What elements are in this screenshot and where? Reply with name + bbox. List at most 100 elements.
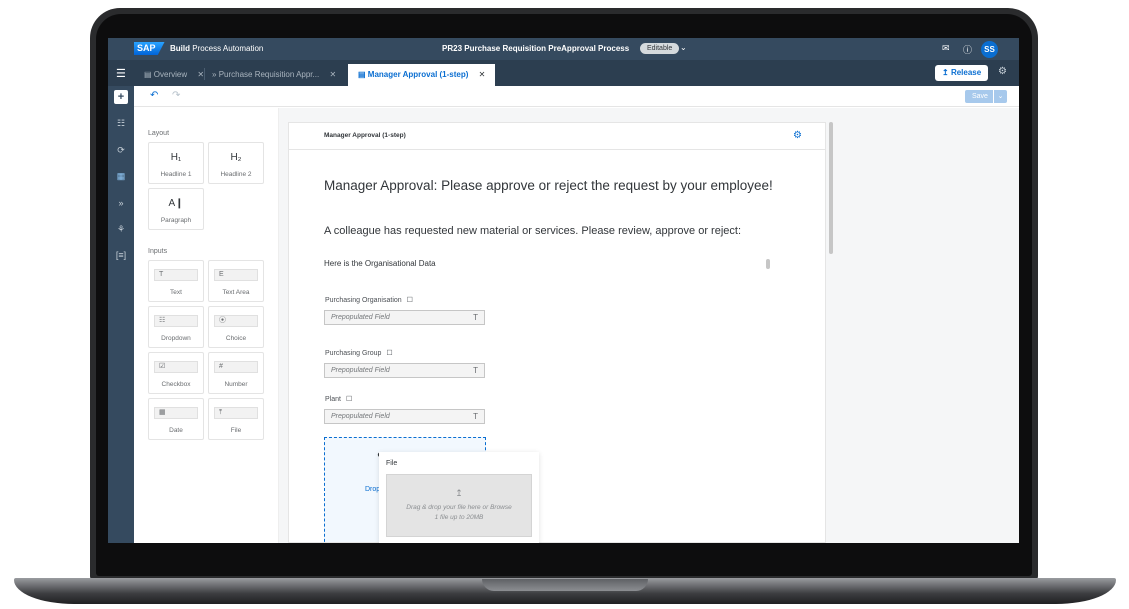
palette-layout-heading: Layout	[148, 130, 170, 137]
hierarchy-icon[interactable]: ☷	[114, 116, 128, 130]
save-button[interactable]: Save	[965, 90, 995, 103]
help-icon[interactable]: ⓘ	[963, 43, 972, 56]
app-name: Build Process Automation	[170, 44, 263, 53]
element-palette: Layout H₁ Headline 1 H₂ Headline 2 A❙ Pa…	[134, 108, 279, 543]
headline-2-icon: H₂	[230, 152, 242, 163]
tab-bar: ☰ ▤ Overview ✕ » Purchase Requisition Ap…	[108, 60, 1019, 86]
checkbox-icon: ☑	[154, 361, 198, 373]
purchasing-organisation-field[interactable]: Prepopulated Field T	[324, 310, 485, 325]
tab-label: Overview	[153, 70, 188, 79]
editor-toolbar: ↶ ↷ Save ⌄	[134, 86, 1019, 107]
palette-item-choice[interactable]: ⦿ Choice	[208, 306, 264, 348]
palette-item-checkbox[interactable]: ☑ Checkbox	[148, 352, 204, 394]
card-title: Manager Approval (1-step)	[324, 132, 406, 139]
tab-purchase-requisition[interactable]: » Purchase Requisition Appr... ✕	[212, 64, 336, 86]
upload-icon: ↥	[942, 68, 949, 77]
app-name-bold: Build	[170, 44, 190, 53]
card-header: Manager Approval (1-step) ⚙	[289, 123, 825, 150]
form-headline-2[interactable]: A colleague has requested new material o…	[324, 225, 741, 237]
scrollbar[interactable]	[829, 122, 833, 254]
number-icon: #	[214, 361, 258, 373]
avatar[interactable]: SS	[981, 41, 998, 58]
side-navigation: + ☷ ⟳ ▦ » ⚘ [≡]	[108, 86, 134, 543]
purchasing-group-field[interactable]: Prepopulated Field T	[324, 363, 485, 378]
chevron-down-icon[interactable]: ⌄	[993, 90, 1007, 103]
data-type-icon[interactable]: [≡]	[114, 248, 128, 262]
text-type-icon: T	[473, 313, 478, 322]
lock-icon: ☐	[406, 297, 413, 304]
palette-inputs-heading: Inputs	[148, 248, 168, 255]
plant-field[interactable]: Prepopulated Field T	[324, 409, 485, 424]
shellbar: SAP Build Process Automation PR23 Purcha…	[108, 38, 1019, 60]
drop-text: Drop	[365, 486, 381, 493]
form-headline-1[interactable]: Manager Approval: Please approve or reje…	[324, 178, 773, 193]
palette-item-number[interactable]: # Number	[208, 352, 264, 394]
paragraph-icon: A❙	[168, 198, 184, 209]
field-placeholder: Prepopulated Field	[331, 367, 390, 374]
field-label-plant: Plant ☐	[325, 395, 352, 403]
text-icon: T	[154, 269, 198, 281]
tile-label: Number	[224, 381, 248, 388]
process-icon[interactable]: »	[114, 196, 128, 210]
scroll-handle[interactable]	[766, 259, 770, 269]
file-upload-area: ↥ Drag & drop your file here or Browse 1…	[386, 474, 532, 537]
dragged-file-element[interactable]: File ↥ Drag & drop your file here or Bro…	[379, 452, 539, 543]
tab-divider	[204, 68, 205, 80]
close-icon[interactable]: ✕	[479, 70, 486, 79]
gear-icon[interactable]: ⚙	[793, 130, 802, 141]
chevron-down-icon[interactable]: ⌄	[680, 43, 687, 52]
decision-icon[interactable]: ⚘	[114, 222, 128, 236]
tile-label: File	[230, 427, 242, 434]
feedback-icon[interactable]: ✉	[942, 43, 950, 54]
drag-label: File	[386, 460, 398, 467]
tab-label: Purchase Requisition Appr...	[218, 70, 320, 79]
document-icon: ▤	[144, 70, 152, 79]
palette-item-headline-2[interactable]: H₂ Headline 2	[208, 142, 264, 184]
menu-icon[interactable]: ☰	[116, 67, 126, 80]
tile-label: Checkbox	[161, 381, 191, 388]
tab-overview[interactable]: ▤ Overview ✕	[144, 64, 204, 86]
lock-icon: ☐	[386, 350, 393, 357]
tile-label: Choice	[225, 335, 247, 342]
tile-label: Dropdown	[161, 335, 191, 342]
gear-icon[interactable]: ⚙	[998, 66, 1007, 77]
radio-icon: ⦿	[214, 315, 258, 327]
field-label-purchasing-organisation: Purchasing Organisation ☐	[325, 296, 413, 304]
upload-text: Drag & drop your file here or Browse 1 f…	[387, 503, 531, 523]
undo-icon[interactable]: ↶	[150, 90, 158, 101]
sap-logo[interactable]: SAP	[134, 42, 165, 55]
laptop-notch	[482, 579, 648, 591]
status-badge[interactable]: Editable	[640, 43, 680, 54]
release-label: Release	[950, 68, 982, 77]
form-icon: ▤	[358, 70, 366, 79]
tile-label: Paragraph	[160, 217, 192, 224]
palette-item-text-area[interactable]: E Text Area	[208, 260, 264, 302]
process-icon: »	[212, 70, 217, 79]
palette-item-headline-1[interactable]: H₁ Headline 1	[148, 142, 204, 184]
text-type-icon: T	[473, 366, 478, 375]
field-label-text: Purchasing Group	[325, 350, 382, 357]
release-button[interactable]: ↥ Release	[935, 65, 989, 81]
palette-item-file[interactable]: ⤒ File	[208, 398, 264, 440]
text-type-icon: T	[473, 412, 478, 421]
palette-item-dropdown[interactable]: ☷ Dropdown	[148, 306, 204, 348]
workflow-icon[interactable]: ⟳	[114, 143, 128, 157]
tab-manager-approval[interactable]: ▤ Manager Approval (1-step) ✕	[348, 64, 496, 86]
form-paragraph[interactable]: Here is the Organisational Data	[324, 259, 436, 268]
redo-icon[interactable]: ↷	[172, 90, 180, 101]
field-placeholder: Prepopulated Field	[331, 314, 390, 321]
tile-label: Headline 2	[220, 171, 252, 178]
text-area-icon: E	[214, 269, 258, 281]
palette-item-text[interactable]: T Text	[148, 260, 204, 302]
app-name-rest: Process Automation	[192, 44, 264, 53]
form-icon[interactable]: ▦	[114, 169, 128, 183]
calendar-icon: ▦	[154, 407, 198, 419]
upload-limit: 1 file up to 20MB	[434, 514, 484, 521]
upload-instruction: Drag & drop your file here or Browse	[406, 504, 512, 511]
close-icon[interactable]: ✕	[329, 70, 336, 79]
add-icon[interactable]: +	[114, 90, 128, 104]
palette-item-date[interactable]: ▦ Date	[148, 398, 204, 440]
tile-label: Headline 1	[160, 171, 192, 178]
field-label-text: Plant	[325, 396, 341, 403]
palette-item-paragraph[interactable]: A❙ Paragraph	[148, 188, 204, 230]
